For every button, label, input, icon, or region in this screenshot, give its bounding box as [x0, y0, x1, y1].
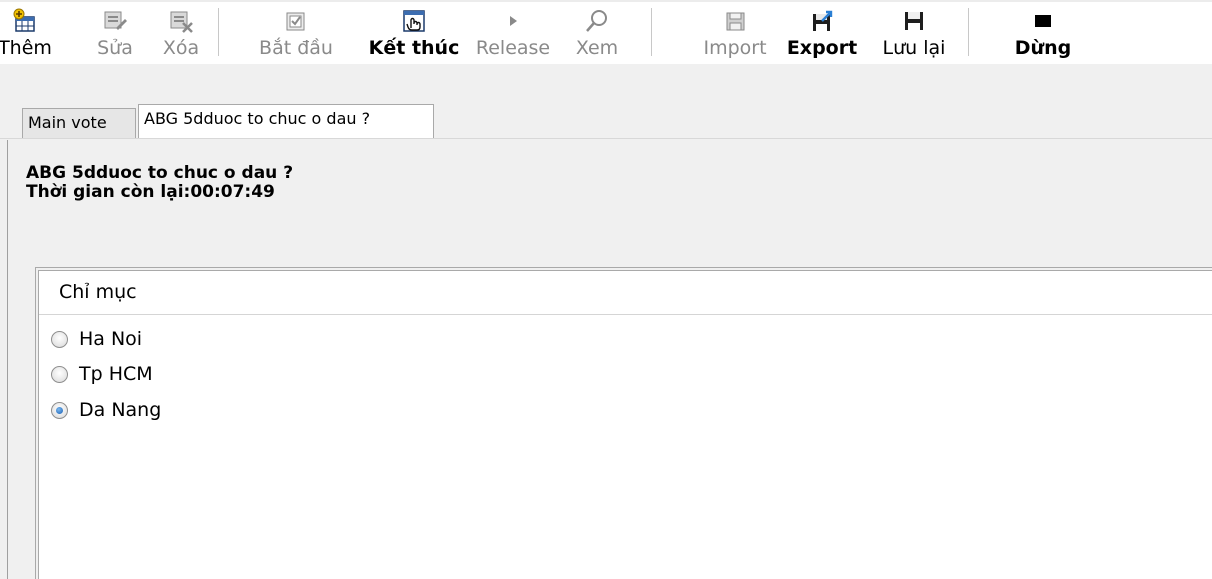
- toolbar-separator: [218, 8, 219, 56]
- option-ha-noi[interactable]: Ha Noi: [51, 324, 142, 354]
- finish-icon: [403, 10, 425, 32]
- export-icon: [813, 10, 833, 31]
- release-button-label: Release: [475, 37, 551, 59]
- edit-icon: [104, 11, 127, 30]
- search-icon: [586, 10, 607, 32]
- import-button-label: Import: [703, 37, 767, 59]
- tab-main-vote[interactable]: Main vote: [22, 108, 136, 138]
- start-button[interactable]: Bắt đầu: [248, 2, 344, 64]
- start-icon: [286, 12, 305, 31]
- radio-button[interactable]: [51, 365, 68, 383]
- add-button[interactable]: Thêm: [0, 2, 52, 64]
- panel-border: [7, 140, 8, 579]
- option-tp-hcm[interactable]: Tp HCM: [51, 359, 153, 389]
- option-label: Ha Noi: [79, 328, 143, 350]
- tab-current-vote[interactable]: ABG 5dduoc to chuc o dau ?: [138, 104, 434, 138]
- add-icon: [13, 8, 35, 32]
- delete-button[interactable]: Xóa: [157, 2, 205, 64]
- vote-info: ABG 5dduoc to chuc o dau ? Thời gian còn…: [26, 164, 293, 202]
- radio-button-selected[interactable]: [51, 401, 68, 419]
- radio-button[interactable]: [51, 330, 68, 348]
- export-button-label: Export: [786, 37, 858, 59]
- export-button[interactable]: Export: [784, 2, 860, 64]
- edit-button-label: Sửa: [97, 37, 133, 59]
- toolbar-separator: [651, 8, 652, 56]
- options-group-header: Chỉ mục: [39, 271, 1212, 315]
- stop-button[interactable]: Dừng: [1012, 2, 1074, 64]
- finish-button[interactable]: Kết thúc: [367, 2, 461, 64]
- view-button[interactable]: Xem: [571, 2, 623, 64]
- save-button-label: Lưu lại: [882, 37, 946, 59]
- edit-button[interactable]: Sửa: [93, 2, 137, 64]
- delete-button-label: Xóa: [162, 37, 200, 59]
- tab-strip: Main vote ABG 5dduoc to chuc o dau ?: [0, 64, 1212, 140]
- save-button[interactable]: Lưu lại: [874, 2, 954, 64]
- play-icon: [510, 16, 517, 26]
- vote-question: ABG 5dduoc to chuc o dau ?: [26, 163, 294, 183]
- toolbar-separator: [968, 8, 969, 56]
- release-button[interactable]: Release: [470, 2, 556, 64]
- delete-icon: [170, 11, 193, 33]
- option-label: Tp HCM: [79, 363, 153, 385]
- options-group: Chỉ mục Ha Noi Tp HCM Da Nang: [38, 270, 1212, 579]
- options-group-title: Chỉ mục: [59, 281, 137, 303]
- import-icon: [726, 12, 745, 31]
- option-label: Da Nang: [79, 399, 162, 421]
- add-button-label: Thêm: [0, 37, 52, 59]
- option-da-nang[interactable]: Da Nang: [51, 395, 161, 425]
- finish-button-label: Kết thúc: [368, 37, 460, 59]
- view-button-label: Xem: [575, 37, 619, 59]
- stop-icon: [1035, 15, 1051, 27]
- vote-panel: ABG 5dduoc to chuc o dau ? Thời gian còn…: [0, 140, 1212, 579]
- toolbar: Thêm Sửa Xóa Bắt đầu Kết thúc Release Xe…: [0, 0, 1212, 64]
- save-icon: [905, 12, 923, 30]
- import-button[interactable]: Import: [693, 2, 777, 64]
- tab-strip-border: [0, 138, 1212, 139]
- time-remaining: Thời gian còn lại:00:07:49: [26, 182, 275, 202]
- stop-button-label: Dừng: [1014, 37, 1072, 59]
- start-button-label: Bắt đầu: [259, 37, 333, 59]
